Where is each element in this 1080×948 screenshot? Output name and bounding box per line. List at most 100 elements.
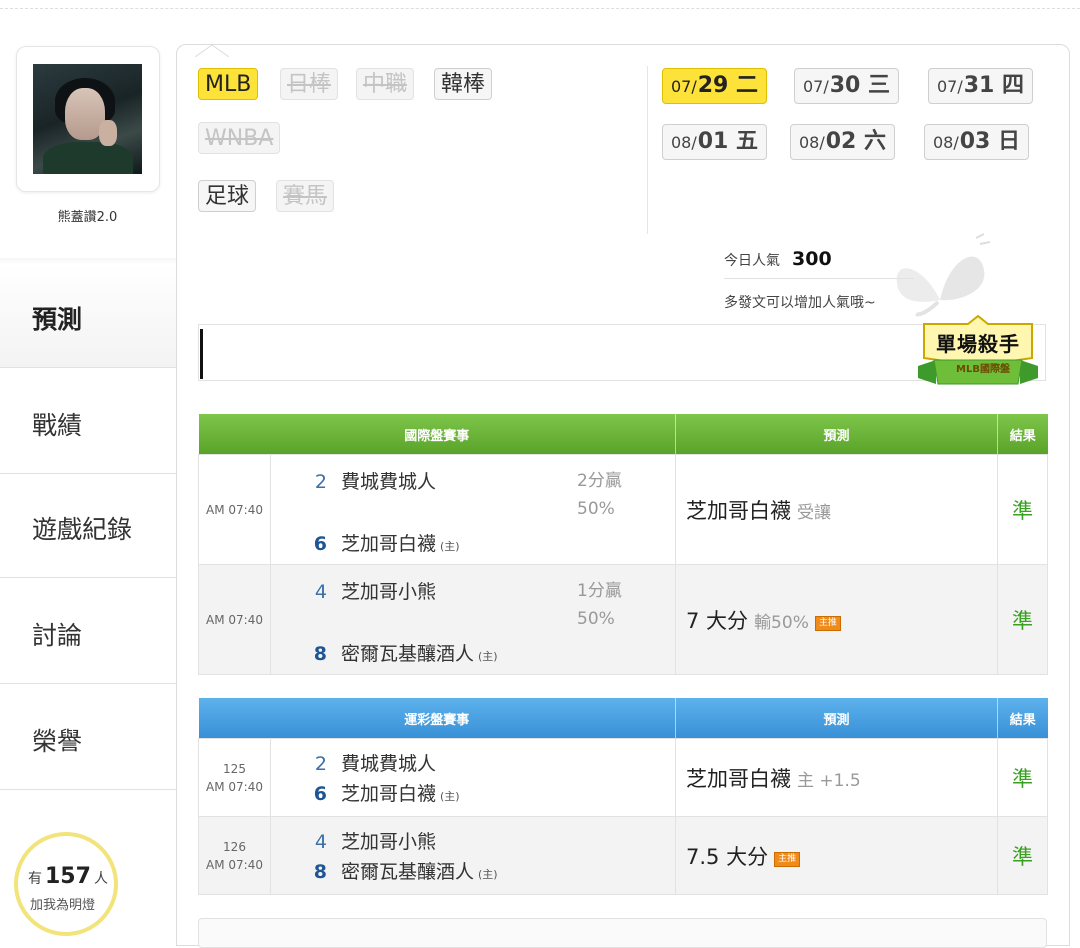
sidebar-item-label: 遊戲紀錄 — [32, 515, 133, 544]
home-team-name: 密爾瓦基釀酒人 — [341, 861, 475, 883]
text-caret — [200, 329, 203, 379]
prediction-cell: 7 大分 輸50% 主推 — [675, 564, 999, 675]
date-button-0731[interactable]: 07/31 四 — [928, 68, 1034, 104]
badge-title: 單場殺手 — [936, 332, 1020, 356]
date-button-0730[interactable]: 07/30 三 — [794, 68, 900, 104]
home-team: 8 密爾瓦基釀酒人 (主) — [303, 857, 498, 884]
home-team: 6 芝加哥白襪 (主) — [303, 529, 460, 556]
table-row[interactable]: AM 07:40 2 費城費城人 6 芝加哥白襪 (主) 2分贏 50% 芝加哥白襪 受讓… — [198, 454, 1049, 565]
prediction-cell: 芝加哥白襪主 +1.5 — [675, 738, 999, 817]
tab-notch — [195, 44, 229, 58]
prediction-note: 受讓 — [797, 502, 832, 523]
sidebar-item-label: 戰績 — [32, 411, 83, 440]
sidebar-item-discussion[interactable]: 討論 — [0, 580, 178, 684]
league-mlb-button[interactable]: MLB — [198, 68, 259, 100]
sidebar-item-game-log[interactable]: 遊戲紀錄 — [0, 474, 178, 578]
table-row[interactable]: 125 AM 07:40 2 費城費城人 6 芝加哥白襪 (主) 芝加哥白襪主 +1.5… — [198, 738, 1049, 817]
badge-subtitle: MLB國際盤 — [956, 364, 1010, 375]
sidebar-item-label: 討論 — [32, 621, 83, 650]
single-game-killer-badge: 單場殺手 MLB國際盤 — [914, 314, 1042, 398]
game-time: 125 AM 07:40 — [198, 738, 271, 817]
sidebar-item-honors[interactable]: 榮譽 — [0, 686, 178, 790]
date-button-0802[interactable]: 08/02 六 — [790, 124, 896, 160]
league-kbo-button[interactable]: 韓棒 — [434, 68, 493, 100]
table-header-row: 國際盤賽事 預測 結果 — [198, 414, 1048, 455]
away-team-name: 費城費城人 — [341, 753, 437, 775]
popularity-hint: 多發文可以增加人氣哦~ — [724, 295, 876, 311]
away-team-name: 芝加哥小熊 — [341, 581, 437, 603]
sidebar-item-record[interactable]: 戰績 — [0, 370, 178, 474]
home-mark: (主) — [478, 650, 498, 663]
odds: 2分贏 50% — [577, 467, 622, 523]
date-day: 31 四 — [963, 73, 1025, 98]
intl-odds-table: 國際盤賽事 預測 結果 AM 07:40 2 費城費城人 6 芝加哥白襪 (主) 2分… — [198, 414, 1049, 675]
home-number: 6 — [313, 783, 327, 805]
odds-percent: 50% — [577, 499, 615, 519]
matchup-cell: 2 費城費城人 6 芝加哥白襪 (主) 2分贏 50% — [269, 454, 677, 565]
result-cell: 準 — [997, 738, 1049, 817]
avatar-hand — [99, 120, 117, 146]
matchup-cell: 4 芝加哥小熊 8 密爾瓦基釀酒人 (主) — [269, 816, 677, 895]
game-time-text: AM 07:40 — [206, 779, 263, 794]
home-team: 8 密爾瓦基釀酒人 (主) — [303, 639, 498, 666]
intl-prediction-header: 預測 — [675, 414, 998, 455]
result-cell: 準 — [997, 454, 1049, 565]
lottery-prediction-header: 預測 — [675, 698, 998, 739]
sidebar-item-predict[interactable]: 預測 — [0, 264, 178, 368]
date-day: 01 五 — [697, 129, 759, 154]
home-number: 8 — [313, 643, 327, 665]
prediction-note: 主 +1.5 — [797, 770, 861, 791]
today-popularity: 今日人氣 300 — [724, 248, 832, 270]
odds-line: 1分贏 — [577, 581, 622, 601]
date-button-0801[interactable]: 08/01 五 — [662, 124, 768, 160]
game-number: 125 — [223, 761, 246, 776]
home-team: 6 芝加哥白襪 (主) — [303, 779, 460, 806]
table-header-row: 運彩盤賽事 預測 結果 — [198, 698, 1048, 739]
away-number: 4 — [314, 831, 327, 853]
prediction-cell: 芝加哥白襪 受讓 — [675, 454, 999, 565]
table-row[interactable]: 126 AM 07:40 4 芝加哥小熊 8 密爾瓦基釀酒人 (主) 7.5 大分 主推 … — [198, 816, 1049, 895]
date-button-0803[interactable]: 08/03 日 — [924, 124, 1030, 160]
fan-count-number: 157 — [45, 864, 91, 889]
sidebar-item-label: 預測 — [32, 305, 83, 334]
lottery-match-header: 運彩盤賽事 — [198, 698, 676, 739]
away-team-name: 芝加哥小熊 — [341, 831, 437, 853]
game-time: AM 07:40 — [198, 564, 271, 675]
matchup-cell: 4 芝加哥小熊 8 密爾瓦基釀酒人 (主) 1分贏 50% — [269, 564, 677, 675]
league-wnba-button[interactable]: WNBA — [198, 122, 281, 154]
popularity-divider — [724, 278, 914, 279]
game-time-text: AM 07:40 — [206, 857, 263, 872]
avatar-card[interactable] — [16, 46, 160, 192]
home-mark: (主) — [440, 540, 460, 553]
date-month: 07/ — [803, 77, 829, 96]
next-panel — [198, 918, 1047, 948]
user-nickname[interactable]: 熊蓋讚2.0 — [0, 206, 175, 225]
odds: 1分贏 50% — [577, 577, 622, 633]
popularity-value: 300 — [792, 248, 832, 270]
home-team-name: 密爾瓦基釀酒人 — [341, 643, 475, 665]
home-mark: (主) — [478, 868, 498, 881]
league-horse-racing-button[interactable]: 賽馬 — [276, 180, 335, 212]
odds-percent: 50% — [577, 609, 615, 629]
date-month: 07/ — [937, 77, 963, 96]
table-row[interactable]: AM 07:40 4 芝加哥小熊 8 密爾瓦基釀酒人 (主) 1分贏 50% 7 大分輸… — [198, 564, 1049, 675]
home-mark: (主) — [440, 790, 460, 803]
away-number: 2 — [314, 471, 327, 493]
league-npb-button[interactable]: 日棒 — [280, 68, 339, 100]
away-number: 4 — [314, 581, 327, 603]
result-cell: 準 — [997, 564, 1049, 675]
avatar-body — [43, 142, 133, 174]
avatar[interactable] — [33, 64, 142, 174]
featured-pick-badge: 主推 — [774, 851, 801, 867]
fan-prefix: 有 — [28, 871, 42, 887]
game-number: 126 — [223, 839, 246, 854]
prediction-note: 輸50% — [754, 612, 809, 633]
date-month: 08/ — [799, 133, 825, 152]
date-month: 08/ — [933, 133, 959, 152]
game-time: 126 AM 07:40 — [198, 816, 271, 895]
follow-me-link[interactable]: 加我為明燈 — [30, 894, 95, 913]
league-soccer-button[interactable]: 足球 — [198, 180, 257, 212]
league-cpbl-button[interactable]: 中職 — [356, 68, 415, 100]
date-button-0729[interactable]: 07/29 二 — [662, 68, 768, 104]
date-day: 30 三 — [829, 73, 891, 98]
